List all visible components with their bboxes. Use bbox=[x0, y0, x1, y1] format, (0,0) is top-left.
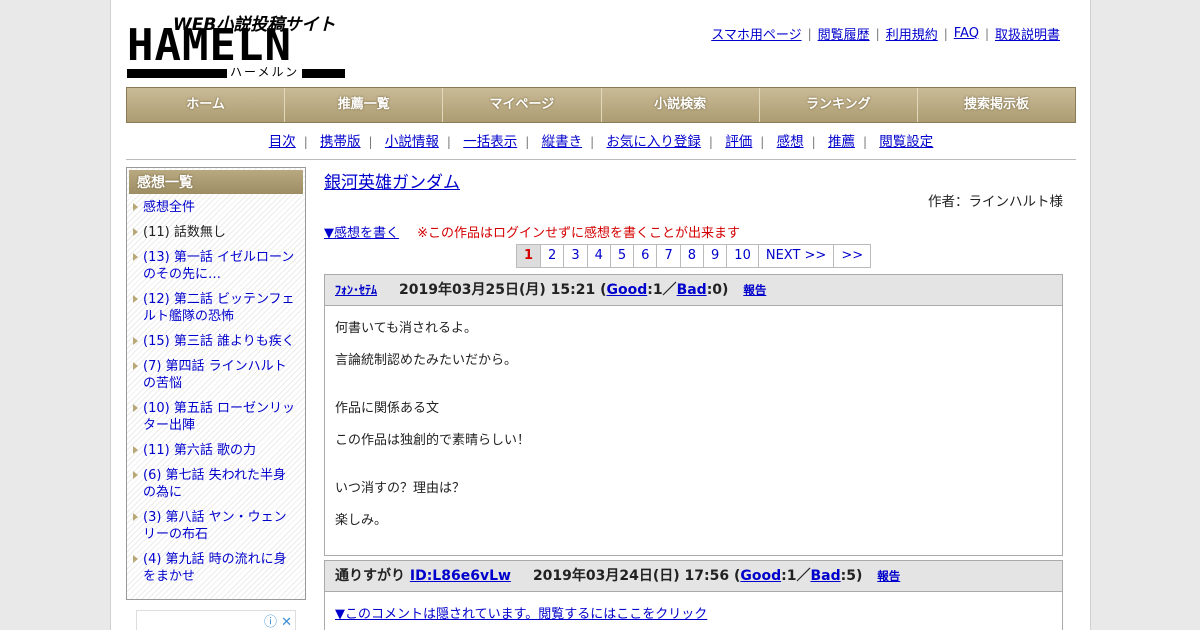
faq-link[interactable]: FAQ bbox=[954, 26, 979, 41]
main-content: 銀河英雄ガンダム 作者：ラインハルト様 ▼感想を書く ※この作品はログインせずに… bbox=[324, 168, 1063, 630]
review-date: 2019年03月24日(日) 17:56 bbox=[532, 568, 730, 584]
sidebar-item[interactable]: (11) 第六話 歌の力 bbox=[133, 442, 299, 459]
page-link[interactable]: 3 bbox=[563, 244, 588, 268]
page-link[interactable]: 2 bbox=[540, 244, 565, 268]
page-link[interactable]: 10 bbox=[726, 244, 759, 268]
nav-search-board[interactable]: 捜索掲示板 bbox=[918, 88, 1075, 122]
sidebar-item[interactable]: (4) 第九話 時の流れに身をまかせ bbox=[133, 551, 299, 585]
page-link[interactable]: 7 bbox=[656, 244, 681, 268]
sidebar-item[interactable]: 感想全件 bbox=[133, 199, 299, 216]
good-link[interactable]: Good bbox=[606, 282, 647, 298]
subnav-vertical[interactable]: 縦書き bbox=[542, 134, 583, 150]
page-link[interactable]: 8 bbox=[679, 244, 705, 268]
good-link[interactable]: Good bbox=[740, 568, 781, 584]
ad-box[interactable]: ⓘ ✕ bbox=[136, 610, 296, 630]
review-line: 何書いても消されるよ。 bbox=[335, 321, 477, 336]
review-body: 何書いても消されるよ。 言論統制認めたみたいだから。 作品に関係ある文 この作品… bbox=[325, 306, 1062, 555]
sidebar-item[interactable]: (12) 第二話 ビッテンフェルト艦隊の恐怖 bbox=[133, 291, 299, 325]
review-line: 言論統制認めたみたいだから。 bbox=[335, 353, 518, 368]
bad-count: :0) bbox=[706, 282, 729, 298]
sidebar-heading: 感想一覧 bbox=[129, 170, 303, 194]
sidebar-item[interactable]: (10) 第五話 ローゼンリッター出陣 bbox=[133, 400, 299, 434]
subnav-rating[interactable]: 評価 bbox=[725, 134, 752, 150]
sub-nav: 目次 | 携帯版 | 小説情報 | 一括表示 | 縦書き | お気に入り登録 | 評価 | 感… bbox=[126, 130, 1076, 160]
ad-choices-icon[interactable]: ⓘ ✕ bbox=[264, 611, 292, 630]
review-card: 通りすがり ID:L86e6vLw 2019年03月24日(日) 17:56 (G… bbox=[324, 560, 1063, 630]
author-label: 作者：ラインハルト様 bbox=[928, 194, 1063, 210]
subnav-toc[interactable]: 目次 bbox=[269, 134, 296, 150]
bad-link[interactable]: Bad bbox=[677, 282, 707, 298]
subnav-favorite[interactable]: お気に入り登録 bbox=[606, 134, 701, 150]
nav-recommendations[interactable]: 推薦一覧 bbox=[285, 88, 444, 122]
page-link[interactable]: 6 bbox=[633, 244, 658, 268]
logo-wordmark: HAMELN bbox=[127, 20, 292, 71]
logo-kana: ハーメルン bbox=[227, 65, 303, 79]
reviewer-name-link[interactable]: ﾌｫﾝ･ｾﾃﾑ bbox=[335, 283, 377, 297]
review-line: この作品は独創的で素晴らしい！ bbox=[335, 433, 531, 448]
main-nav: ホーム 推薦一覧 マイページ 小説検索 ランキング 捜索掲示板 bbox=[126, 87, 1076, 123]
reviewer-id-link[interactable]: ID:L86e6vLw bbox=[410, 568, 511, 584]
page-last[interactable]: >> bbox=[833, 244, 872, 268]
review-card: ﾌｫﾝ･ｾﾃﾑ 2019年03月25日(月) 15:21 (Good:1／Bad:… bbox=[324, 274, 1063, 556]
good-count: :1／ bbox=[781, 568, 811, 584]
hidden-comment-toggle[interactable]: ▼このコメントは隠されています。閲覧するにはここをクリック bbox=[335, 607, 707, 622]
top-links: スマホ用ページ | 閲覧履歴 | 利用規約 | FAQ | 取扱説明書 bbox=[711, 24, 1060, 43]
page-next[interactable]: NEXT >> bbox=[757, 244, 835, 268]
review-line: いつ消すの？理由は？ bbox=[335, 481, 466, 496]
novel-title-link[interactable]: 銀河英雄ガンダム bbox=[324, 173, 460, 193]
sidebar-item[interactable]: (13) 第一話 イゼルローンのその先に… bbox=[133, 249, 299, 283]
nav-mypage[interactable]: マイページ bbox=[443, 88, 602, 122]
sidebar-item: (11) 話数無し bbox=[133, 224, 299, 241]
sidebar-item[interactable]: (6) 第七話 失われた半身の為に bbox=[133, 467, 299, 501]
review-sidebar: 感想一覧 感想全件 (11) 話数無し (13) 第一話 イゼルローンのその先に… bbox=[126, 167, 306, 600]
reviewer-name: 通りすがり bbox=[335, 568, 405, 584]
bad-link[interactable]: Bad bbox=[810, 568, 840, 584]
history-link[interactable]: 閲覧履歴 bbox=[818, 24, 870, 43]
review-date: 2019年03月25日(月) 15:21 bbox=[399, 282, 596, 298]
page-link[interactable]: 5 bbox=[609, 244, 635, 268]
terms-link[interactable]: 利用規約 bbox=[886, 24, 938, 43]
nav-home[interactable]: ホーム bbox=[127, 88, 286, 122]
subnav-recommend[interactable]: 推薦 bbox=[828, 134, 855, 150]
hameln-logo[interactable]: WEB小説投稿サイト HAMELN ハーメルン bbox=[127, 10, 347, 80]
sidebar-item[interactable]: (3) 第八話 ヤン・ウェンリーの布石 bbox=[133, 509, 299, 543]
review-line: 作品に関係ある文 bbox=[335, 401, 440, 416]
subnav-view-settings[interactable]: 閲覧設定 bbox=[879, 134, 933, 150]
report-link[interactable]: 報告 bbox=[877, 569, 900, 583]
guest-review-notice: ※この作品はログインせずに感想を書くことが出来ます bbox=[417, 226, 741, 241]
page-link[interactable]: 9 bbox=[703, 244, 728, 268]
write-review-row: ▼感想を書く ※この作品はログインせずに感想を書くことが出来ます bbox=[324, 222, 740, 241]
manual-link[interactable]: 取扱説明書 bbox=[995, 24, 1060, 43]
pagination: 1 2 3 4 5 6 7 8 9 10 NEXT >> >> bbox=[516, 244, 872, 268]
page-link[interactable]: 4 bbox=[586, 244, 611, 268]
report-link[interactable]: 報告 bbox=[743, 283, 766, 297]
subnav-reviews[interactable]: 感想 bbox=[777, 134, 804, 150]
subnav-novel-info[interactable]: 小説情報 bbox=[385, 134, 439, 150]
page-current: 1 bbox=[516, 244, 542, 268]
sidebar-item[interactable]: (7) 第四話 ラインハルトの苦悩 bbox=[133, 358, 299, 392]
page: WEB小説投稿サイト HAMELN ハーメルン スマホ用ページ | 閲覧履歴 | 利… bbox=[110, 0, 1091, 630]
subnav-show-all[interactable]: 一括表示 bbox=[463, 134, 517, 150]
review-header: ﾌｫﾝ･ｾﾃﾑ 2019年03月25日(月) 15:21 (Good:1／Bad:… bbox=[325, 275, 1062, 306]
smartphone-page-link[interactable]: スマホ用ページ bbox=[711, 24, 801, 43]
review-body: ▼このコメントは隠されています。閲覧するにはここをクリック bbox=[325, 592, 1062, 630]
bad-count: :5) bbox=[840, 568, 863, 584]
review-line: 楽しみ。 bbox=[335, 513, 388, 528]
subnav-mobile[interactable]: 携帯版 bbox=[320, 134, 361, 150]
nav-ranking[interactable]: ランキング bbox=[760, 88, 918, 122]
good-count: :1／ bbox=[647, 282, 677, 298]
write-review-link[interactable]: ▼感想を書く bbox=[324, 226, 399, 241]
sidebar-item[interactable]: (15) 第三話 誰よりも疾く bbox=[133, 333, 299, 350]
nav-novel-search[interactable]: 小説検索 bbox=[602, 88, 760, 122]
sidebar-list: 感想全件 (11) 話数無し (13) 第一話 イゼルローンのその先に… (12… bbox=[129, 194, 303, 585]
review-header: 通りすがり ID:L86e6vLw 2019年03月24日(日) 17:56 (G… bbox=[325, 561, 1062, 592]
